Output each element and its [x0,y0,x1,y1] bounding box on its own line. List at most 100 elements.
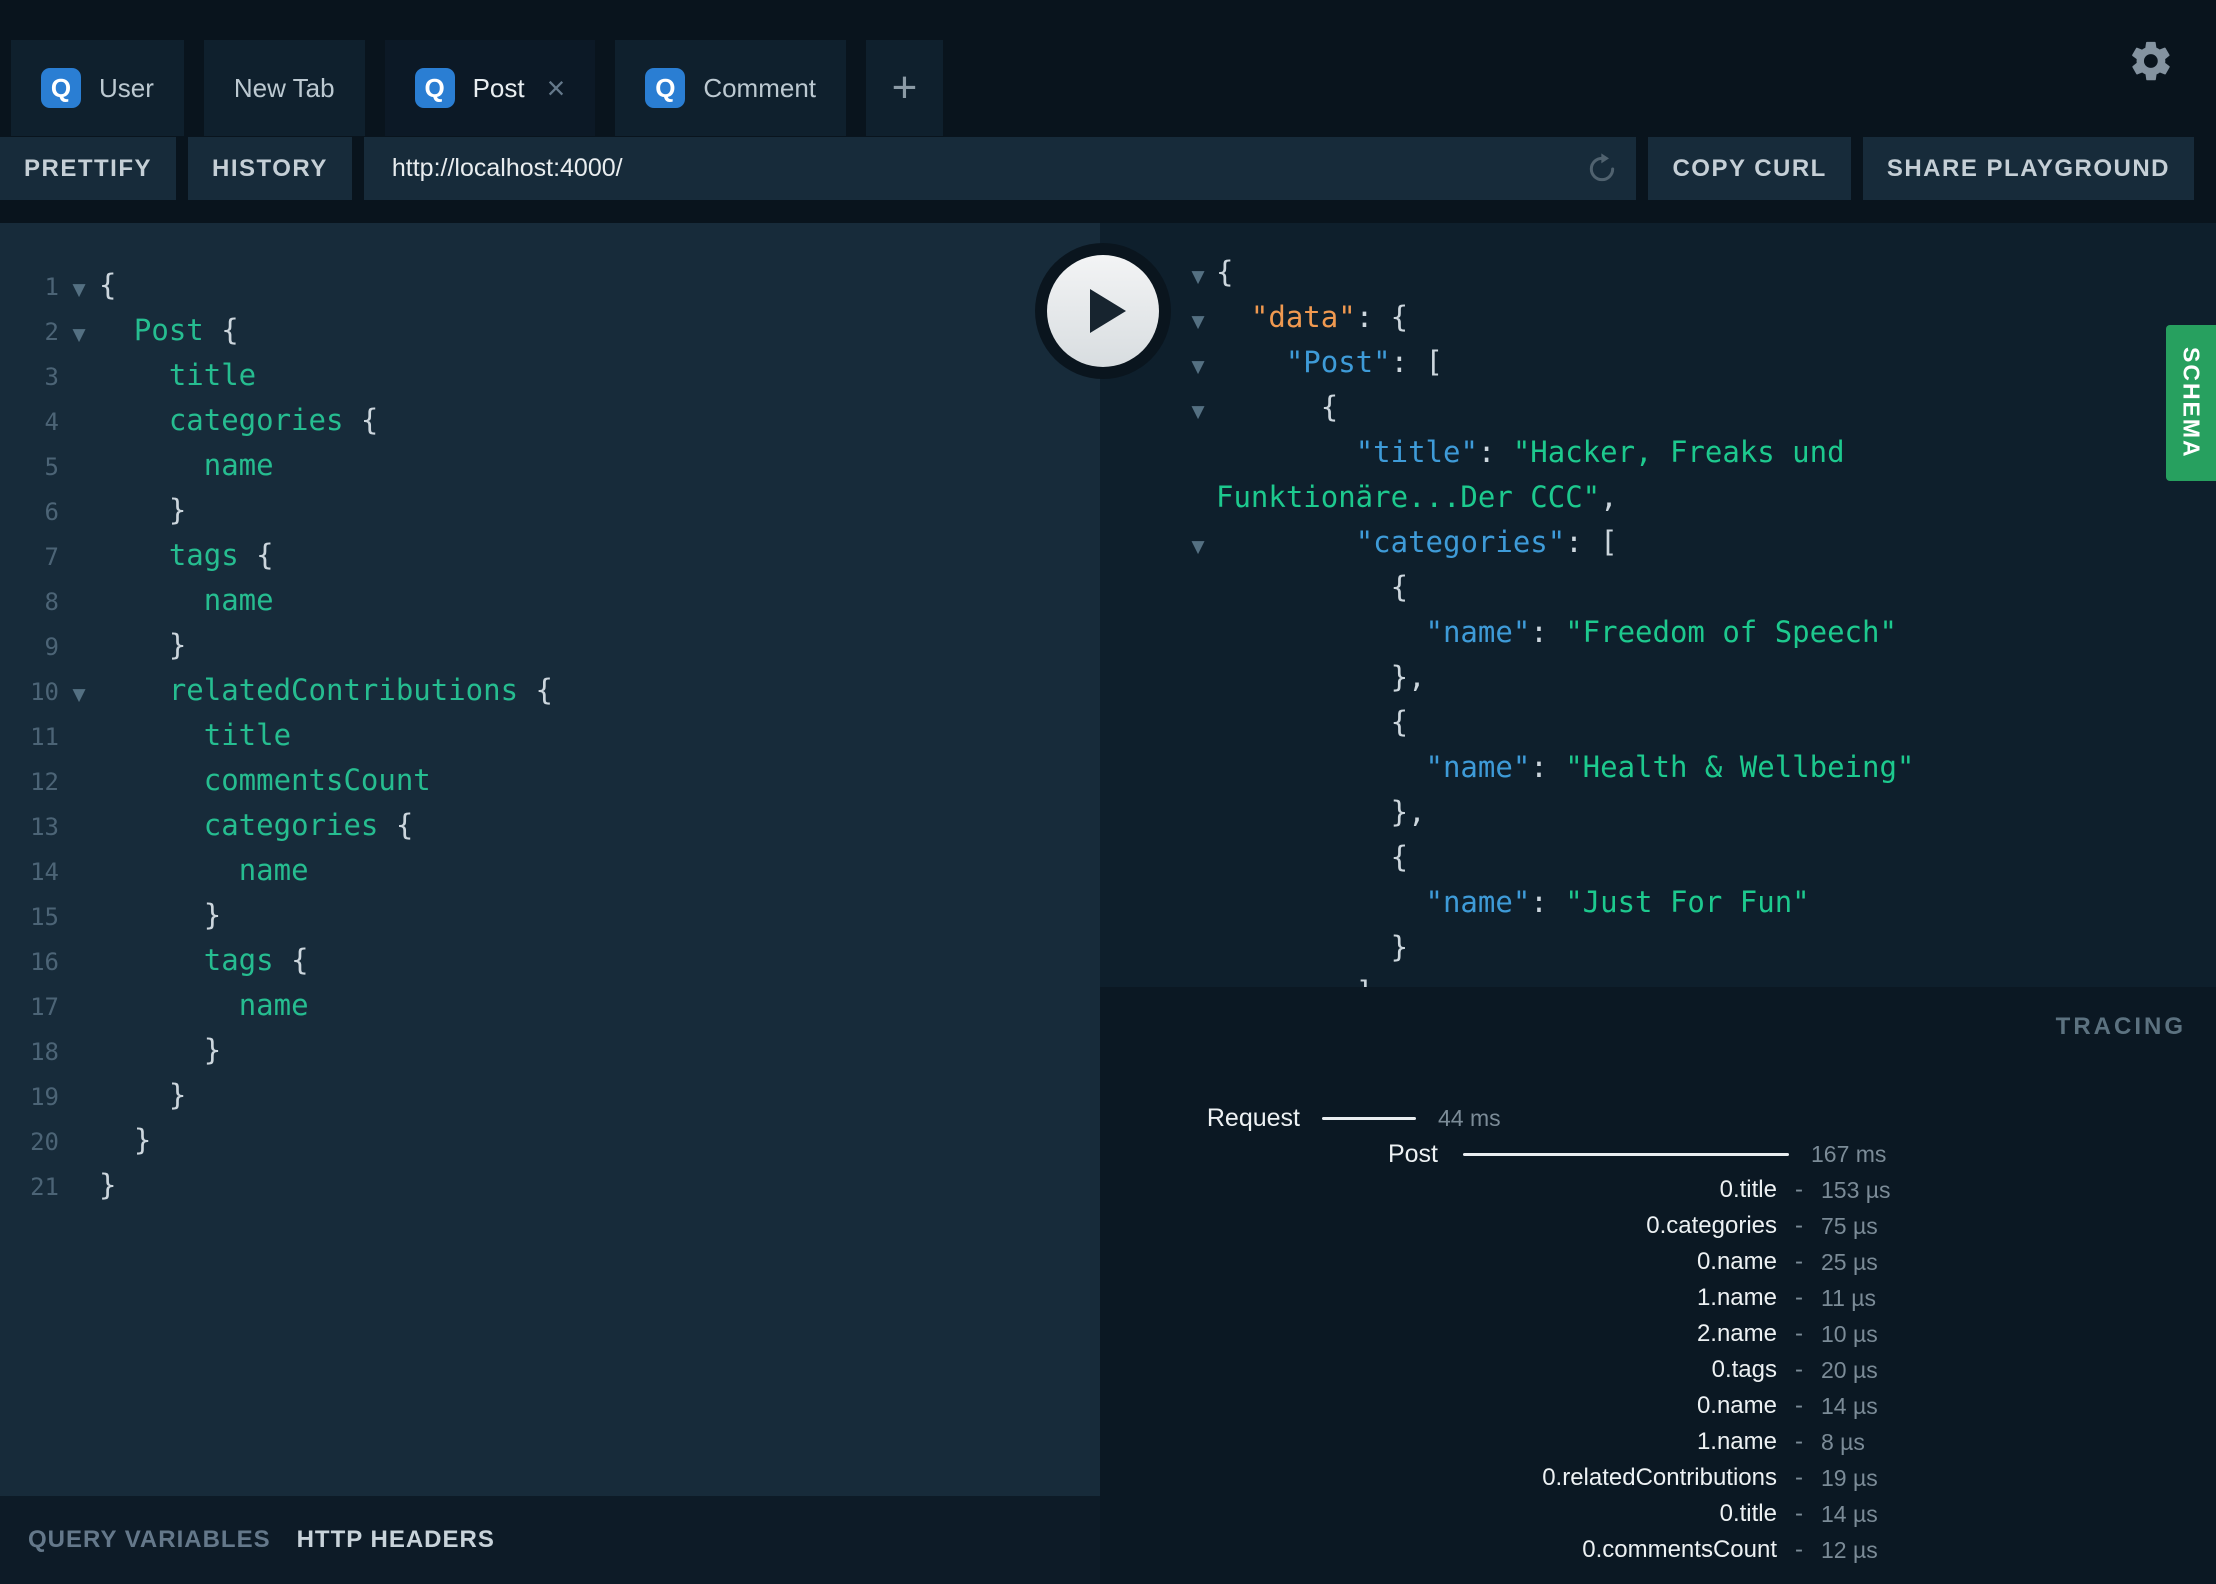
response-line: }, [1100,655,2216,700]
trace-value: 10 µs [1821,1320,1878,1347]
play-icon [1047,255,1159,367]
trace-dash: - [1795,1176,1803,1203]
reload-schema-icon[interactable] [1582,149,1622,189]
editor-line: 12 commentsCount [0,758,1100,803]
trace-value: 167 ms [1811,1140,1887,1167]
tab-label: Post [472,72,525,103]
trace-dash: - [1795,1320,1803,1347]
response-line: } [1100,925,2216,970]
code-text: }, [1390,795,1426,829]
editor-line: 15 } [0,893,1100,938]
line-number: 15 [30,903,59,931]
trace-row: Request 44 ms [1100,1100,2216,1136]
trace-value: 25 µs [1821,1248,1878,1275]
trace-row: 0.tags -20 µs [1100,1352,2216,1388]
query-badge-icon: Q [645,68,686,108]
tab-user[interactable]: Q User [11,40,184,136]
tab-comment[interactable]: Q Comment [615,40,847,136]
trace-value: 19 µs [1821,1464,1878,1491]
fold-caret-icon[interactable]: ▼ [59,313,99,358]
trace-label: 0.categories [1646,1212,1777,1239]
code-text: title [168,358,257,392]
code-text: Post { [133,313,239,347]
prettify-button[interactable]: PRETTIFY [0,137,177,200]
code-text: } [1390,930,1409,964]
code-text: tags { [203,943,309,977]
code-text: relatedContributions { [168,673,553,707]
editor-line: 7 tags { [0,533,1100,578]
response-line: { [1100,835,2216,880]
fold-caret-icon[interactable]: ▼ [1180,525,1216,570]
response-line: ] [1100,970,2216,987]
code-text: title [203,718,292,752]
editor-line: 3 title [0,353,1100,398]
editor-line: 5 name [0,443,1100,488]
query-variables-tab[interactable]: QUERY VARIABLES [28,1526,271,1554]
code-text: name [203,583,274,617]
line-number: 17 [30,993,59,1021]
http-headers-tab[interactable]: HTTP HEADERS [297,1526,495,1554]
trace-dash: - [1795,1212,1803,1239]
line-number: 8 [44,588,59,616]
response-line: ▼ "categories": [ [1100,520,2216,565]
tab-new-tab[interactable]: New Tab [203,40,365,136]
response-line: { [1100,700,2216,745]
trace-row: 0.categories -75 µs [1100,1208,2216,1244]
trace-label: 1.name [1696,1428,1777,1455]
trace-row: 0.relatedContributions -19 µs [1100,1460,2216,1496]
response-line: ▼ { [1100,385,2216,430]
result-pane: ▼{▼ "data": {▼ "Post": [▼ { "title": "Ha… [1100,223,2216,1584]
trace-label: 2.name [1696,1320,1777,1347]
trace-bar [1463,1152,1789,1156]
trace-value: 14 µs [1821,1500,1878,1527]
endpoint-url-bar [363,137,1637,200]
share-playground-button[interactable]: SHARE PLAYGROUND [1862,137,2194,200]
code-text: "name": "Freedom of Speech" [1425,615,1897,649]
toolbar: PRETTIFY HISTORY COPY CURL SHARE PLAYGRO… [0,136,2216,201]
response-line: "title": "Hacker, Freaks und [1100,430,2216,475]
code-text: } [203,1033,222,1067]
trace-rows: Request 44 ms Post 167 ms 0.title -153 µs 0.ca… [1100,987,2216,1568]
trace-label: 0.name [1696,1392,1777,1419]
trace-row: 0.name -14 µs [1100,1388,2216,1424]
new-tab-button[interactable]: + [866,40,944,136]
query-editor[interactable]: 1 ▼{2 ▼ Post {3 title 4 categories {5 name 6… [0,223,1100,1496]
editor-line: 18 } [0,1028,1100,1073]
settings-gear-icon[interactable] [2128,38,2174,84]
execute-query-button[interactable] [1035,243,1171,379]
line-number: 13 [30,813,59,841]
trace-label: 0.relatedContributions [1542,1464,1777,1491]
tab-post[interactable]: Q Post × [384,40,596,136]
trace-value: 8 µs [1821,1428,1865,1455]
response-line: Funktionäre...Der CCC", [1100,475,2216,520]
line-number: 14 [30,858,59,886]
line-number: 16 [30,948,59,976]
fold-caret-icon[interactable]: ▼ [1180,345,1216,390]
fold-caret-icon[interactable]: ▼ [59,268,99,313]
response-line: "name": "Health & Wellbeing" [1100,745,2216,790]
response-line: ▼ "Post": [ [1100,340,2216,385]
editor-line: 20 } [0,1118,1100,1163]
response-viewer[interactable]: ▼{▼ "data": {▼ "Post": [▼ { "title": "Ha… [1100,223,2216,987]
line-number: 11 [30,723,59,751]
line-number: 4 [44,408,59,436]
trace-value: 20 µs [1821,1356,1878,1383]
trace-row: 0.name -25 µs [1100,1244,2216,1280]
trace-dash: - [1795,1248,1803,1275]
close-tab-icon[interactable]: × [547,72,566,104]
fold-caret-icon[interactable]: ▼ [59,673,99,718]
trace-dash: - [1795,1464,1803,1491]
trace-row: Post 167 ms [1100,1136,2216,1172]
trace-dash: - [1795,1284,1803,1311]
history-button[interactable]: HISTORY [188,137,352,200]
endpoint-url-input[interactable] [363,137,1637,200]
code-text: { [1320,390,1339,424]
trace-value: 153 µs [1821,1176,1891,1203]
copy-curl-button[interactable]: COPY CURL [1648,137,1851,200]
fold-caret-icon[interactable]: ▼ [1180,255,1216,300]
tracing-panel: TRACING Request 44 ms Post 167 ms 0.title -15… [1100,987,2216,1584]
schema-tab-button[interactable]: SCHEMA [2166,325,2216,481]
fold-caret-icon[interactable]: ▼ [1180,390,1216,435]
editor-line: 2 ▼ Post { [0,308,1100,353]
fold-caret-icon[interactable]: ▼ [1180,300,1216,345]
